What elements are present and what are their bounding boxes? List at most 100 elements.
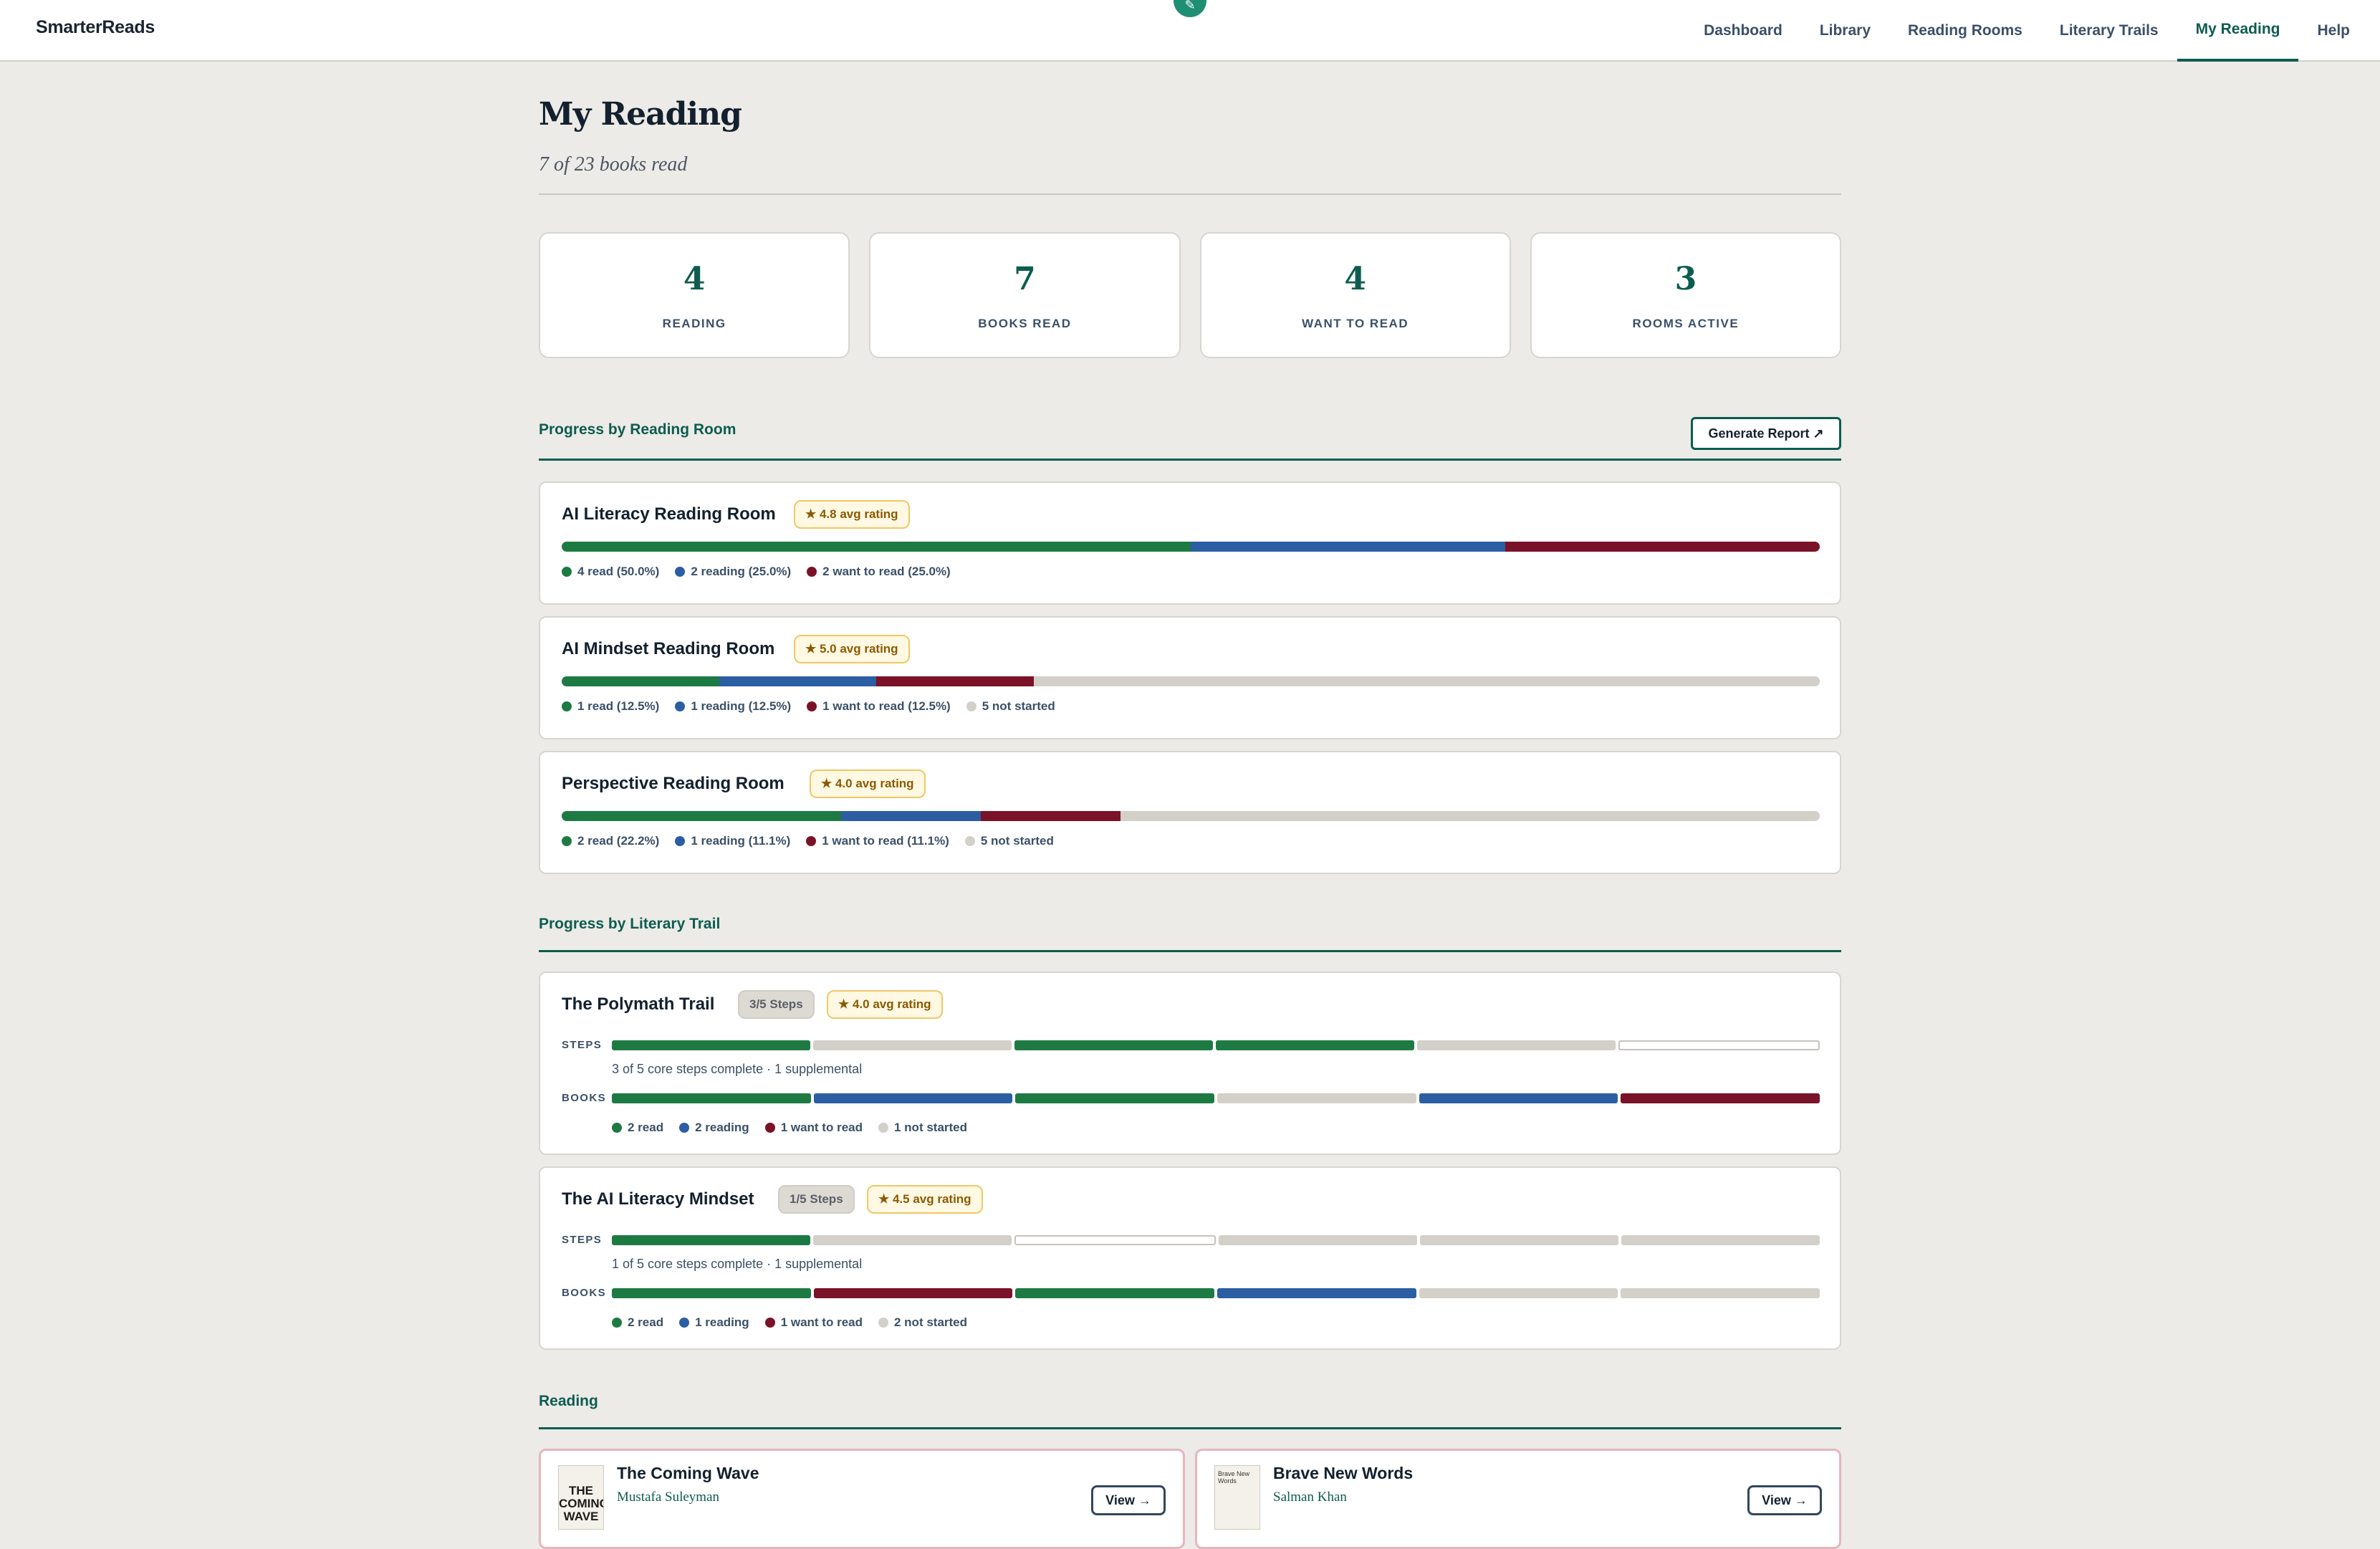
legend-item: 1 reading (12.5%): [675, 699, 791, 714]
books-legend: 2 read 2 reading 1 want to read 1 not st…: [612, 1121, 967, 1135]
legend-text: 2 reading (25.0%): [691, 565, 792, 578]
trail-books-bar: [612, 1093, 1820, 1103]
trail-card[interactable]: The AI Literacy Mindset 1/5 Steps ★ 4.5 …: [539, 1166, 1841, 1350]
nav-dashboard[interactable]: Dashboard: [1685, 0, 1801, 62]
legend-item: 4 read (50.0%): [562, 565, 659, 579]
book-card[interactable]: Brave New Words Brave New Words Salman K…: [1195, 1449, 1841, 1549]
brand-logo[interactable]: SmarterReads: [36, 17, 155, 38]
book-segment-done: [612, 1093, 811, 1103]
legend-item: 2 read (22.2%): [562, 834, 659, 848]
reading-dot-icon: [675, 836, 686, 846]
progress-not-started: [1033, 676, 1820, 686]
legend-text: 5 not started: [980, 834, 1054, 848]
room-progress-bar: [562, 811, 1820, 821]
stat-value: 4: [1344, 261, 1366, 297]
page-subtitle: 7 of 23 books read: [539, 153, 688, 176]
legend-text: 1 reading (11.1%): [691, 834, 791, 848]
not-started-dot-icon: [878, 1318, 888, 1328]
legend-text: 1 not started: [894, 1121, 968, 1134]
read-dot-icon: [612, 1123, 622, 1133]
book-segment-want: [813, 1288, 1013, 1298]
legend-text: 2 read: [628, 1315, 664, 1329]
section-title-rooms: Progress by Reading Room: [539, 421, 736, 438]
nav-my-reading[interactable]: My Reading: [2177, 0, 2299, 62]
progress-read: [562, 811, 841, 821]
nav-reading-rooms[interactable]: Reading Rooms: [1889, 0, 2041, 62]
not-started-dot-icon: [878, 1123, 888, 1133]
step-segment-todo: [1420, 1235, 1618, 1245]
step-segment-done: [1216, 1040, 1414, 1050]
step-segment-todo: [1621, 1235, 1820, 1245]
book-title: The Coming Wave: [617, 1464, 759, 1482]
stats-row: 4 READING 7 BOOKS READ 4 WANT TO READ 3 …: [539, 232, 1841, 358]
legend-text: 2 read (22.2%): [577, 834, 660, 848]
want-dot-icon: [764, 1123, 775, 1133]
legend-item: 1 want to read (11.1%): [806, 834, 949, 848]
books-label: BOOKS: [562, 1287, 607, 1299]
stat-value: 4: [683, 261, 706, 297]
steps-note: 1 of 5 core steps complete · 1 supplemen…: [612, 1257, 863, 1271]
legend-text: 1 want to read (12.5%): [822, 699, 951, 713]
want-dot-icon: [807, 701, 817, 711]
book-card[interactable]: THE COMING WAVE The Coming Wave Mustafa …: [539, 1449, 1185, 1549]
stat-label: ROOMS ACTIVE: [1632, 317, 1740, 330]
progress-want: [876, 676, 1034, 686]
book-author[interactable]: Salman Khan: [1273, 1490, 1347, 1505]
pencil-icon[interactable]: ✎: [1174, 0, 1206, 17]
reading-dot-icon: [679, 1123, 690, 1133]
room-title: AI Mindset Reading Room: [562, 639, 775, 658]
room-card[interactable]: AI Mindset Reading Room ★ 5.0 avg rating…: [539, 616, 1841, 739]
legend-text: 1 want to read: [780, 1315, 863, 1329]
not-started-dot-icon: [964, 836, 975, 846]
steps-badge: 1/5 Steps: [778, 1185, 855, 1214]
view-book-button[interactable]: View →: [1747, 1485, 1822, 1515]
room-card[interactable]: AI Literacy Reading Room ★ 4.8 avg ratin…: [539, 481, 1841, 605]
book-segment-want: [1621, 1093, 1820, 1103]
room-card[interactable]: Perspective Reading Room ★ 4.0 avg ratin…: [539, 751, 1841, 874]
steps-badge: 3/5 Steps: [738, 990, 815, 1019]
book-segment-done: [612, 1288, 811, 1298]
book-author[interactable]: Mustafa Suleyman: [617, 1490, 719, 1505]
room-legend: 1 read (12.5%) 1 reading (12.5%) 1 want …: [562, 699, 1055, 714]
want-dot-icon: [764, 1318, 775, 1328]
legend-text: 2 want to read (25.0%): [822, 565, 951, 578]
books-legend: 2 read 1 reading 1 want to read 2 not st…: [612, 1315, 967, 1330]
book-segment-not: [1621, 1288, 1820, 1298]
step-segment-supp: [1014, 1235, 1216, 1245]
trail-steps-bar: [612, 1235, 1820, 1245]
nav-help[interactable]: Help: [2298, 0, 2380, 62]
step-segment-todo: [813, 1235, 1012, 1245]
book-segment-done: [1015, 1288, 1215, 1298]
trail-title: The Polymath Trail: [562, 994, 715, 1014]
nav-literary-trails[interactable]: Literary Trails: [2041, 0, 2177, 62]
trail-card[interactable]: The Polymath Trail 3/5 Steps ★ 4.0 avg r…: [539, 972, 1841, 1155]
book-segment-reading: [1419, 1093, 1618, 1103]
rating-badge: ★ 4.5 avg rating: [867, 1185, 983, 1214]
stat-value: 3: [1674, 261, 1697, 297]
read-dot-icon: [562, 701, 572, 711]
legend-item: 1 want to read (12.5%): [807, 699, 951, 714]
legend-text: 1 want to read: [780, 1121, 863, 1134]
progress-read: [562, 542, 1191, 552]
rating-badge: ★ 4.8 avg rating: [794, 500, 910, 529]
reading-dot-icon: [675, 567, 686, 577]
book-segment-not: [1217, 1093, 1416, 1103]
stat-label: WANT TO READ: [1302, 317, 1409, 330]
legend-text: 4 read (50.0%): [577, 565, 660, 578]
cover-text: THE COMING WAVE: [559, 1484, 604, 1523]
trail-books-bar: [612, 1288, 1820, 1298]
progress-reading: [1191, 542, 1505, 552]
progress-reading: [719, 676, 876, 686]
progress-reading: [840, 811, 981, 821]
trail-title: The AI Literacy Mindset: [562, 1189, 754, 1209]
room-legend: 2 read (22.2%) 1 reading (11.1%) 1 want …: [562, 834, 1054, 848]
stat-card-rooms-active: 3 ROOMS ACTIVE: [1530, 232, 1841, 358]
nav-library[interactable]: Library: [1801, 0, 1889, 62]
generate-report-button[interactable]: Generate Report ↗: [1691, 417, 1841, 450]
room-title: AI Literacy Reading Room: [562, 504, 776, 524]
reading-dot-icon: [675, 701, 686, 711]
nav-links: Dashboard Library Reading Rooms Literary…: [1685, 0, 2380, 62]
legend-text: 2 reading: [695, 1121, 749, 1134]
view-book-button[interactable]: View →: [1091, 1485, 1166, 1515]
progress-read: [562, 676, 719, 686]
